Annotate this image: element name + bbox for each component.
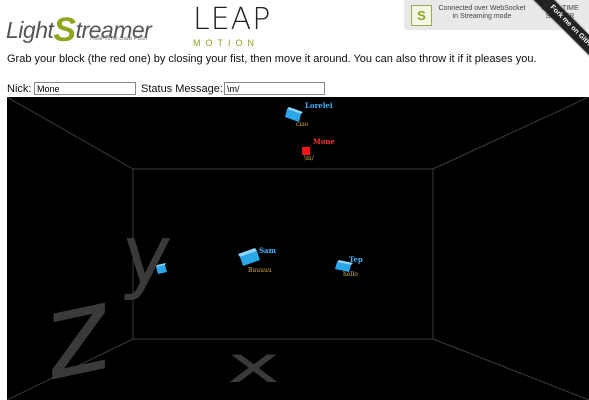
nick-label: Nick: [7, 83, 32, 95]
3d-room-canvas[interactable]: y z x Lorelei ciao Mone \m/ Sam Buuuuu T… [7, 97, 589, 400]
player-block-mone[interactable]: Mone \m/ [302, 137, 336, 162]
edge-bottom-right [432, 338, 589, 400]
lightstreamer-status-icon: S [411, 5, 432, 26]
player-name: Tep [349, 255, 363, 264]
player-message: hello [343, 271, 358, 278]
lightstreamer-tagline: Real-Time Data Push [90, 36, 148, 42]
lightstreamer-logo[interactable]: LightStreamer Real-Time Data Push [6, 4, 162, 49]
player-name: Sam [259, 246, 277, 255]
player-name: Mone [313, 137, 336, 146]
player-block-tep[interactable]: Tep hello [335, 255, 363, 278]
leap-motion-logo[interactable]: LEAP MOTION [193, 2, 283, 48]
y-axis-letter: y [117, 208, 175, 303]
player-message: \m/ [304, 155, 315, 162]
lightstreamer-wordmark: LightStreamer [6, 11, 152, 49]
player-block-sam[interactable]: Sam Buuuuu [238, 246, 277, 274]
block-shape [302, 147, 310, 155]
nick-input[interactable] [34, 82, 136, 95]
github-ribbon-label[interactable]: Fork me on GitHub [529, 0, 589, 73]
player-name: Lorelei [305, 101, 333, 110]
player-message: ciao [296, 121, 309, 128]
header: LightStreamer Real-Time Data Push LEAP M… [0, 0, 589, 73]
room-svg: y z x Lorelei ciao Mone \m/ Sam Buuuuu T… [7, 97, 589, 400]
edge-top-right [432, 97, 589, 170]
motion-wordmark: MOTION [193, 38, 259, 48]
z-axis-letter: z [47, 255, 110, 400]
back-wall [132, 168, 434, 340]
x-axis-letter: x [227, 337, 280, 394]
status-message-label: Status Message: [141, 83, 223, 95]
player-block-lorelei[interactable]: Lorelei ciao [285, 101, 333, 128]
player-message: Buuuuu [248, 267, 272, 274]
status-message-input[interactable] [224, 82, 325, 95]
edge-top-left [7, 97, 134, 170]
github-ribbon[interactable]: Fork me on GitHub [508, 0, 589, 81]
instructions-text: Grab your block (the red one) by closing… [7, 53, 537, 65]
leap-wordmark: LEAP [193, 2, 272, 37]
